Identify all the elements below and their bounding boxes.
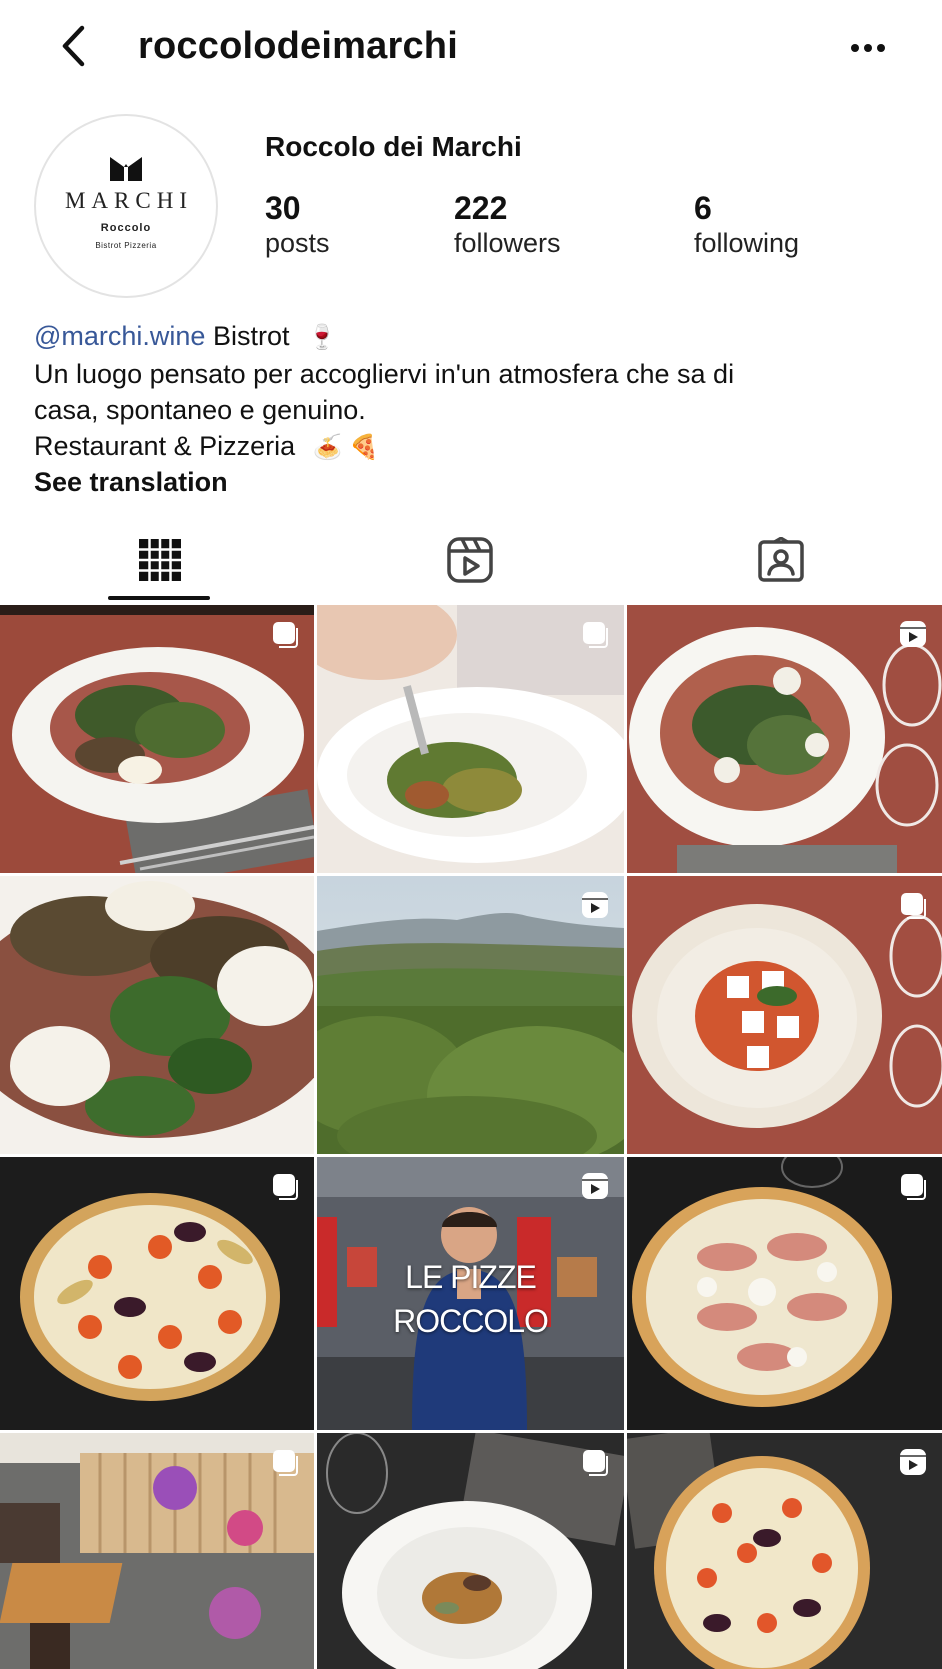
post-thumbnail[interactable]	[0, 1157, 314, 1430]
post-thumbnail[interactable]	[627, 876, 942, 1154]
outdoor-terrace-image	[0, 1433, 314, 1669]
posts-count-label: posts	[265, 228, 330, 258]
followers-count-value: 222	[454, 190, 508, 226]
post-thumbnail[interactable]	[627, 1433, 942, 1669]
tagged-icon	[758, 537, 804, 582]
post-thumbnail[interactable]	[0, 605, 314, 873]
tab-tagged[interactable]	[681, 520, 881, 600]
reel-overlay-line-1: LE PIZZE	[405, 1259, 537, 1295]
post-thumbnail[interactable]	[317, 876, 624, 1154]
bio-line-4: Restaurant & Pizzeria 🍝 🍕	[34, 428, 914, 466]
more-icon	[851, 44, 885, 52]
grid-icon	[139, 539, 181, 581]
bio-line-2: Un luogo pensato per accogliervi in'un a…	[34, 359, 735, 389]
vineyard-hills-image	[317, 876, 624, 1154]
see-translation-link[interactable]: See translation	[34, 464, 914, 500]
post-thumbnail[interactable]	[627, 1157, 942, 1430]
post-thumbnail[interactable]	[627, 605, 942, 873]
tab-reels[interactable]	[370, 520, 570, 600]
post-thumbnail[interactable]: LE PIZZE ROCCOLO	[317, 1157, 624, 1430]
reel-icon	[580, 890, 610, 920]
post-thumbnail[interactable]	[317, 605, 624, 873]
pasta-dish-image	[317, 1433, 624, 1669]
wine-emoji-icon: 🍷	[307, 324, 337, 351]
carpaccio-burrata-image	[627, 605, 942, 873]
profile-tabs	[0, 520, 942, 604]
post-thumbnail[interactable]	[0, 876, 314, 1154]
carpaccio-plate-image	[0, 605, 314, 873]
profile-avatar[interactable]: MARCHI Roccolo Bistrot Pizzeria	[34, 114, 218, 298]
tab-posts-grid[interactable]	[60, 520, 260, 600]
followers-count-label: followers	[454, 228, 561, 258]
following-count[interactable]: 6 following	[694, 190, 799, 260]
logo-sub2-text: Bistrot Pizzeria	[95, 241, 157, 250]
bio-line-3: casa, spontaneo e genuino.	[34, 395, 366, 425]
posts-count-value: 30	[265, 190, 301, 226]
tomato-salad-image	[627, 876, 942, 1154]
chevron-left-icon	[62, 25, 85, 67]
reels-icon	[447, 537, 493, 583]
posts-count[interactable]: 30 posts	[265, 190, 330, 260]
display-name: Roccolo dei Marchi	[265, 131, 522, 162]
logo-bowtie-icon	[110, 157, 142, 181]
carousel-icon	[580, 619, 610, 649]
more-options-button[interactable]	[840, 30, 896, 66]
reel-icon	[898, 1447, 928, 1477]
logo-brand-text: MARCHI	[64, 188, 193, 213]
profile-bio: @marchi.wine Bistrot 🍷 Un luogo pensato …	[34, 318, 914, 500]
back-button[interactable]	[50, 22, 98, 70]
carousel-icon	[270, 1447, 300, 1477]
following-count-value: 6	[694, 190, 712, 226]
following-count-label: following	[694, 228, 800, 258]
carousel-icon	[580, 1447, 610, 1477]
carousel-icon	[270, 1171, 300, 1201]
followers-count[interactable]: 222 followers	[454, 190, 561, 260]
reel-icon	[898, 619, 928, 649]
logo-sub-text: Roccolo	[100, 222, 152, 234]
food-emoji-icon: 🍝 🍕	[312, 434, 380, 461]
bio-line-1-text: Bistrot	[212, 321, 290, 351]
carousel-icon	[898, 890, 928, 920]
reel-icon	[580, 1171, 610, 1201]
prosciutto-pizza-image	[627, 1157, 942, 1430]
post-thumbnail[interactable]	[317, 1433, 624, 1669]
gnocchi-plate-image	[317, 605, 624, 873]
top-bar: roccolodeimarchi	[0, 0, 942, 96]
profile-username: roccolodeimarchi	[138, 25, 458, 67]
bio-line-4-text: Restaurant & Pizzeria	[34, 431, 296, 461]
carpaccio-closeup-image	[0, 876, 314, 1154]
vegetable-pizza-2-image	[627, 1433, 942, 1669]
vegetable-pizza-image	[0, 1157, 314, 1430]
post-thumbnail[interactable]	[0, 1433, 314, 1669]
carousel-icon	[270, 619, 300, 649]
bio-mention-link[interactable]: @marchi.wine	[34, 321, 205, 351]
bio-line-1: @marchi.wine Bistrot 🍷	[34, 318, 914, 356]
active-tab-indicator	[108, 596, 210, 600]
carousel-icon	[898, 1171, 928, 1201]
reel-overlay-line-2: ROCCOLO	[393, 1303, 549, 1339]
